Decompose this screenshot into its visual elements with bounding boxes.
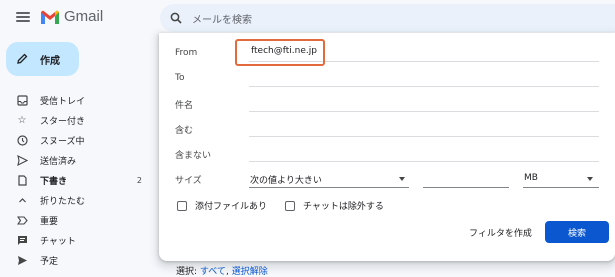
drafts-count: 2 [136,175,142,185]
sidebar-item-sent[interactable]: 送信済み [0,150,150,170]
sidebar-item-label: 下書き [40,176,68,187]
create-filter-button[interactable]: フィルタを作成 [469,226,532,239]
select-prefix: 選択: [176,267,198,277]
important-icon [16,214,28,226]
sidebar-item-important[interactable]: 重要 [0,210,150,230]
sidebar-item-snoozed[interactable]: スヌーズ中 [0,130,150,150]
chevron-down-icon [399,177,405,181]
sidebar-item-label: 重要 [40,216,59,227]
from-row: From [159,41,615,66]
search-bar[interactable]: メールを検索 [160,4,615,32]
to-field[interactable] [249,86,599,87]
sidebar-item-label: チャット [40,236,76,247]
search-icon[interactable] [170,12,182,24]
has-attachment-label: 添付ファイルあり [195,202,268,212]
sidebar-item-inbox[interactable]: 受信トレイ [0,90,150,110]
size-value-field[interactable] [423,187,509,188]
scheduled-icon [16,254,28,266]
search-placeholder: メールを検索 [192,14,252,26]
compose-label: 作成 [40,55,60,67]
sidebar-nav: 受信トレイ ☆ スター付き スヌーズ中 送信済み 下書き 2 折りたたむ 重要 [0,90,150,270]
sidebar-item-scheduled[interactable]: 予定 [0,250,150,270]
sidebar-item-label: スヌーズ中 [40,136,85,147]
has-words-field[interactable] [249,136,599,137]
size-operator-value: 次の値より大きい [250,176,322,186]
no-words-field[interactable] [249,161,599,162]
has-attachment-checkbox[interactable]: 添付ファイルあり [177,199,267,212]
inbox-icon [16,94,28,106]
main-menu-button[interactable] [16,10,30,24]
gmail-logo[interactable]: Gmail [40,8,103,25]
exclude-chats-label: チャットは除外する [303,202,384,212]
send-icon [16,154,28,166]
select-separator: , [225,267,229,277]
gmail-logo-text: Gmail [64,8,104,25]
gmail-logo-icon [41,10,59,24]
chevron-up-icon [16,194,28,206]
from-label: From [175,48,198,58]
compose-button[interactable]: 作成 [6,42,79,76]
select-controls: 選択: すべて, 選択解除 [176,264,268,277]
no-words-label: 含まない [175,151,212,161]
sidebar-item-label: スター付き [40,116,86,127]
size-unit-value: MB [524,173,538,183]
sidebar-item-label: 予定 [40,256,59,267]
size-label: サイズ [175,176,202,186]
no-words-row[interactable]: 含まない [159,141,615,166]
to-label: To [175,73,185,83]
chevron-down-icon [587,177,593,181]
snooze-icon [16,134,28,146]
to-row[interactable]: To [159,66,615,91]
select-all-link[interactable]: すべて [200,267,226,277]
sidebar-item-collapse[interactable]: 折りたたむ [0,190,150,210]
subject-row[interactable]: 件名 [159,91,615,116]
chat-icon [16,234,28,246]
has-words-row[interactable]: 含む [159,116,615,141]
sidebar-item-label: 折りたたむ [40,196,86,207]
from-field[interactable]: ftech@fti.ne.jp [251,46,317,56]
has-words-label: 含む [175,126,194,136]
subject-field[interactable] [249,111,599,112]
sidebar-item-starred[interactable]: ☆ スター付き [0,110,150,130]
exclude-chats-checkbox[interactable]: チャットは除外する [285,199,384,212]
search-options-panel: From ftech@fti.ne.jp To 件名 含む 含まない サイズ 次… [159,33,615,261]
sidebar-item-label: 受信トレイ [40,96,86,107]
checkbox-icon [285,200,295,211]
size-row: サイズ 次の値より大きい MB [159,166,615,191]
checkbox-icon [177,200,187,211]
draft-icon [16,174,28,186]
deselect-link[interactable]: 選択解除 [232,267,268,277]
star-icon: ☆ [17,114,27,126]
pencil-icon [17,53,28,64]
sidebar-item-label: 送信済み [40,156,77,167]
subject-label: 件名 [175,101,194,111]
sidebar-item-drafts[interactable]: 下書き 2 [0,170,150,190]
sidebar-item-chats[interactable]: チャット [0,230,150,250]
search-button[interactable]: 検索 [545,221,609,243]
